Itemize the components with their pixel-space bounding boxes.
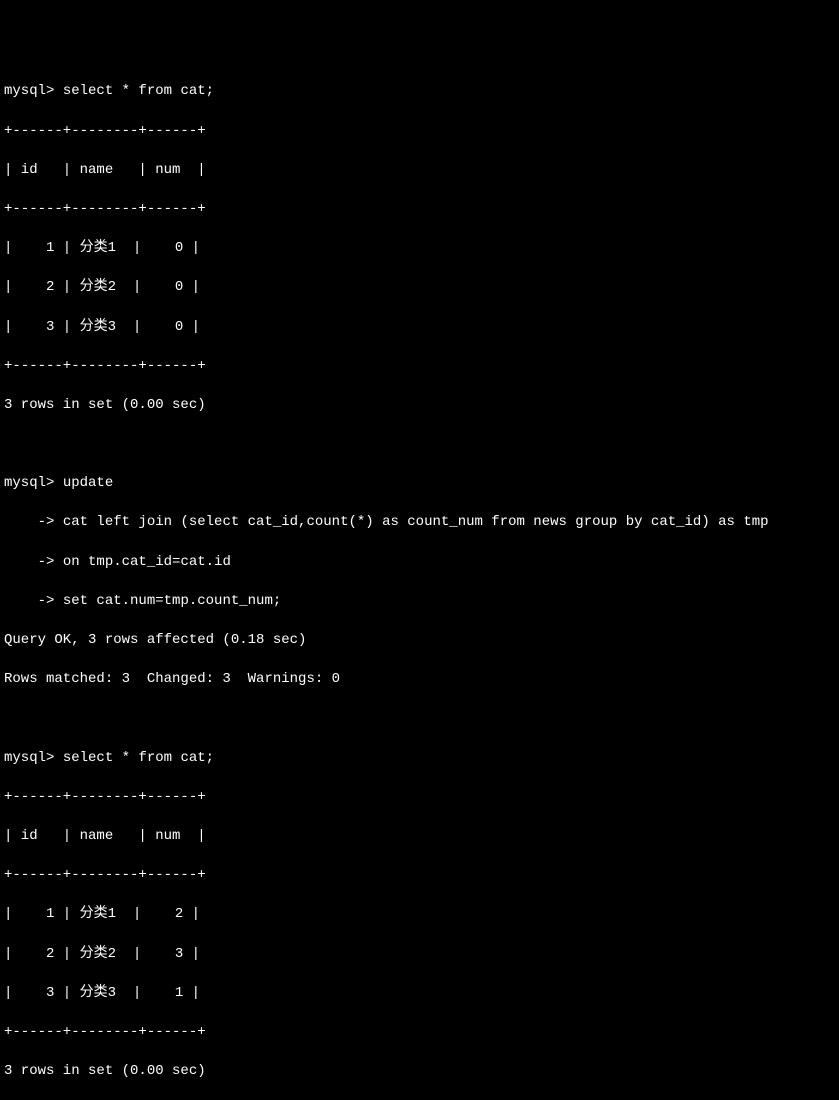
table-row: | 1 | 分类1 | 0 | bbox=[4, 239, 835, 259]
table-header: | id | name | num | bbox=[4, 827, 835, 847]
blank-line bbox=[4, 709, 835, 729]
terminal-line: -> on tmp.cat_id=cat.id bbox=[4, 553, 835, 573]
mysql-prompt: mysql> bbox=[4, 83, 54, 99]
query-result: Query OK, 3 rows affected (0.18 sec) bbox=[4, 631, 835, 651]
table-border: +------+--------+------+ bbox=[4, 200, 835, 220]
table-row: | 1 | 分类1 | 2 | bbox=[4, 905, 835, 925]
terminal-line: -> cat left join (select cat_id,count(*)… bbox=[4, 513, 835, 533]
table-row: | 3 | 分类3 | 0 | bbox=[4, 318, 835, 338]
continuation-prompt: -> bbox=[4, 514, 54, 530]
sql-command: on tmp.cat_id=cat.id bbox=[54, 554, 230, 570]
sql-command: select * from cat; bbox=[54, 83, 214, 99]
query-result: Rows matched: 3 Changed: 3 Warnings: 0 bbox=[4, 670, 835, 690]
table-row: | 2 | 分类2 | 3 | bbox=[4, 945, 835, 965]
table-header: | id | name | num | bbox=[4, 161, 835, 181]
sql-command: select * from cat; bbox=[54, 750, 214, 766]
table-border: +------+--------+------+ bbox=[4, 866, 835, 886]
table-row: | 3 | 分类3 | 1 | bbox=[4, 984, 835, 1004]
terminal-line: mysql> select * from cat; bbox=[4, 749, 835, 769]
table-border: +------+--------+------+ bbox=[4, 357, 835, 377]
table-border: +------+--------+------+ bbox=[4, 1023, 835, 1043]
continuation-prompt: -> bbox=[4, 554, 54, 570]
terminal-line: mysql> select * from cat; bbox=[4, 82, 835, 102]
table-border: +------+--------+------+ bbox=[4, 788, 835, 808]
result-footer: 3 rows in set (0.00 sec) bbox=[4, 396, 835, 416]
table-row: | 2 | 分类2 | 0 | bbox=[4, 278, 835, 298]
mysql-prompt: mysql> bbox=[4, 750, 54, 766]
terminal-line: mysql> update bbox=[4, 474, 835, 494]
result-footer: 3 rows in set (0.00 sec) bbox=[4, 1062, 835, 1082]
sql-command: set cat.num=tmp.count_num; bbox=[54, 593, 281, 609]
sql-command: cat left join (select cat_id,count(*) as… bbox=[54, 514, 768, 530]
blank-line bbox=[4, 435, 835, 455]
mysql-prompt: mysql> bbox=[4, 475, 54, 491]
continuation-prompt: -> bbox=[4, 593, 54, 609]
table-border: +------+--------+------+ bbox=[4, 122, 835, 142]
terminal-line: -> set cat.num=tmp.count_num; bbox=[4, 592, 835, 612]
sql-command: update bbox=[54, 475, 113, 491]
